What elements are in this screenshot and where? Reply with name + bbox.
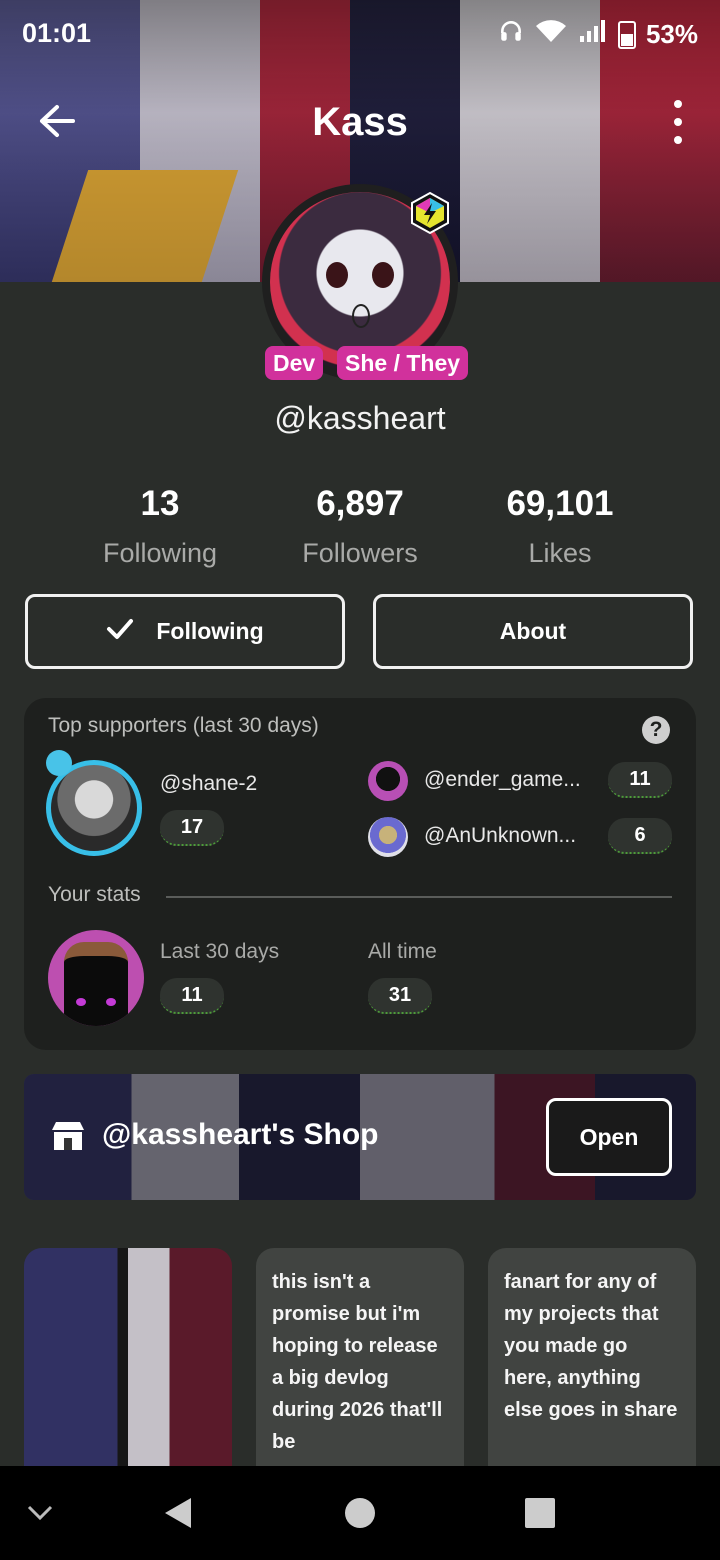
signal-icon	[578, 18, 608, 51]
status-bar: 01:01 53%	[0, 0, 720, 70]
all-time-label: All time	[368, 940, 437, 963]
divider	[166, 896, 672, 898]
post-text-card[interactable]: fanart for any of my projects that you m…	[488, 1248, 696, 1468]
profile-handle: @kassheart	[274, 400, 446, 436]
help-icon[interactable]: ?	[642, 716, 670, 744]
status-time: 01:01	[22, 18, 92, 48]
wifi-icon	[534, 18, 568, 51]
last-30-days-value: 11	[160, 978, 224, 1014]
page-title: Kass	[312, 100, 408, 144]
post-text: this isn't a promise but i'm hoping to r…	[272, 1271, 443, 1453]
post-image-card[interactable]	[24, 1248, 232, 1468]
supporters-card: Top supporters (last 30 days) ? @shane-2…	[24, 698, 696, 1050]
post-text: fanart for any of my projects that you m…	[504, 1271, 678, 1421]
top-supporter-name[interactable]: @shane-2	[160, 772, 257, 796]
stat-followers-value: 6,897	[316, 484, 404, 523]
top-supporter-count: 17	[160, 810, 224, 846]
stat-following-label: Following	[102, 538, 218, 568]
storefront-icon	[50, 1120, 86, 1152]
supporter-avatar-ender[interactable]	[368, 761, 408, 801]
headphones-icon	[498, 18, 524, 51]
all-time-value: 31	[368, 978, 432, 1014]
stat-likes-label: Likes	[528, 538, 592, 568]
checkmark-icon	[106, 618, 134, 646]
supporter-badge-icon	[46, 750, 72, 776]
pronouns-pill: She / They	[337, 346, 469, 380]
stat-likes: 69,101 Likes	[460, 484, 660, 569]
following-button[interactable]: Following	[25, 594, 345, 669]
about-button[interactable]: About	[373, 594, 693, 669]
home-circle-icon[interactable]	[340, 1466, 380, 1560]
stat-followers[interactable]: 6,897 Followers	[260, 484, 460, 569]
supporter-count-ender: 11	[608, 762, 672, 798]
supporter-count-anunknown: 6	[608, 818, 672, 854]
stat-likes-value: 69,101	[506, 484, 614, 523]
back-triangle-icon[interactable]	[158, 1466, 198, 1560]
lightning-badge-icon	[408, 191, 452, 235]
battery-percent: 53%	[645, 19, 698, 49]
supporter-name-ender[interactable]: @ender_game...	[424, 768, 581, 792]
stat-following-value: 13	[140, 484, 180, 523]
stat-following[interactable]: 13 Following	[60, 484, 260, 569]
post-text-card[interactable]: this isn't a promise but i'm hoping to r…	[256, 1248, 464, 1468]
about-button-label: About	[499, 618, 567, 644]
supporters-title: Top supporters (last 30 days)	[48, 714, 319, 737]
my-avatar	[48, 930, 144, 1026]
following-button-label: Following	[156, 618, 264, 644]
supporter-avatar-anunknown[interactable]	[368, 817, 408, 857]
role-pill-dev: Dev	[265, 346, 324, 380]
chevron-down-icon[interactable]	[20, 1466, 60, 1560]
shop-banner[interactable]: @kassheart's Shop Open	[24, 1074, 696, 1200]
recents-square-icon[interactable]	[522, 1466, 558, 1560]
stat-followers-label: Followers	[302, 538, 418, 568]
open-shop-button[interactable]: Open	[546, 1098, 672, 1176]
more-options-icon[interactable]	[666, 100, 690, 144]
your-stats-title: Your stats	[48, 883, 141, 906]
supporter-name-anunknown[interactable]: @AnUnknown...	[424, 824, 576, 848]
shop-name: @kassheart's Shop	[102, 1118, 379, 1151]
system-nav-bar	[0, 1466, 720, 1560]
last-30-days-label: Last 30 days	[160, 940, 280, 963]
battery-icon	[617, 20, 636, 49]
